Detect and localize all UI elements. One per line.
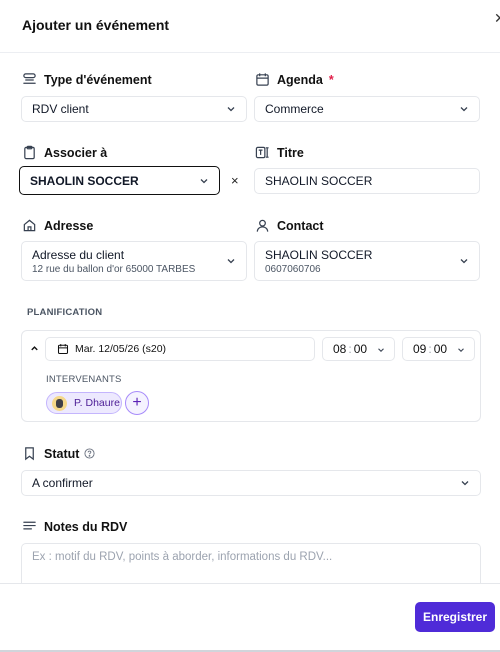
modal-title: Ajouter un événement [22,17,170,33]
associer-label: Associer à [22,145,107,160]
save-button[interactable]: Enregistrer [415,602,495,632]
date-picker[interactable]: Mar. 12/05/26 (s20) [45,337,315,361]
modal-header: Ajouter un événement ✕ [0,0,500,53]
titre-label: Titre [255,145,304,160]
adresse-label: Adresse [22,218,93,233]
add-intervenant-button[interactable]: + [125,391,149,415]
avatar [52,395,67,411]
required-mark: * [328,72,334,87]
start-time-select[interactable]: 08 : 00 [322,337,395,361]
chevron-down-icon [461,481,469,486]
titre-input[interactable]: SHAOLIN SOCCER [254,168,480,194]
intervenants-title: INTERVENANTS [46,374,122,385]
home-icon [23,219,36,232]
contact-label: Contact [255,218,324,233]
type-evenement-label: Type d'événement [22,72,152,87]
adresse-select[interactable]: Adresse du client 12 rue du ballon d'or … [21,241,247,281]
notes-label: Notes du RDV [22,519,127,534]
chevron-down-icon [460,259,468,264]
end-time-select[interactable]: 09 : 00 [402,337,475,361]
statut-label: Statut [22,446,95,461]
chevron-down-icon [378,348,384,353]
user-icon [256,219,269,232]
chevron-down-icon [200,178,208,183]
help-icon[interactable] [84,448,95,459]
planification-title: PLANIFICATION [27,307,103,318]
type-evenement-select[interactable]: RDV client [21,96,247,122]
chevron-down-icon [227,107,235,112]
clipboard-icon [24,145,35,160]
statut-select[interactable]: A confirmer [21,470,481,496]
contact-select[interactable]: SHAOLIN SOCCER 0607060706 [254,241,480,281]
text-cursor-icon [255,146,269,159]
calendar-icon [57,344,69,355]
associer-select[interactable]: SHAOLIN SOCCER [19,166,220,195]
intervenant-chip[interactable]: P. Dhaure [46,392,122,414]
calendar-icon [256,73,269,86]
bookmark-icon [25,447,34,461]
chevron-down-icon [460,107,468,112]
agenda-select[interactable]: Commerce [254,96,480,122]
agenda-label: Agenda * [255,72,334,87]
notes-textarea[interactable]: Ex : motif du RDV, points à aborder, inf… [21,543,481,587]
chevron-down-icon [458,348,464,353]
layers-icon [23,73,36,84]
chevron-up-icon[interactable] [29,343,40,354]
chevron-down-icon [227,259,235,264]
close-icon[interactable]: ✕ [494,10,500,27]
lines-icon [23,521,36,530]
clear-association-button[interactable]: × [231,173,239,188]
